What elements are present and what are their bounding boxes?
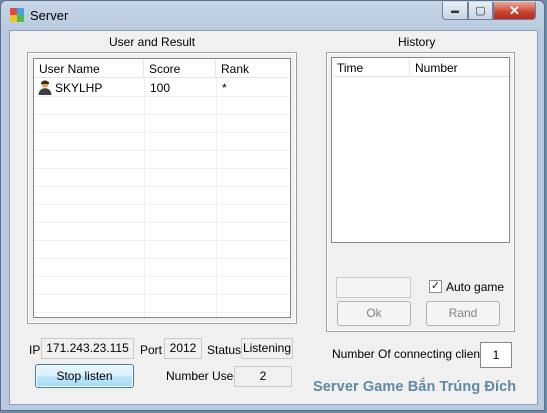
column-header-user-name[interactable]: User Name [34,59,144,78]
rand-button[interactable]: Rand [426,301,500,326]
grid-line [34,132,290,133]
grid-line [34,150,290,151]
users-panel: User Name Score Rank SKYLHP 100 * [27,52,297,324]
ip-field: 171.243.23.115 [41,338,134,359]
grid-line [34,312,290,313]
title-bar[interactable]: Server ▬ ▢ ✕ [1,1,546,29]
grid-line [34,114,290,115]
grid-line [34,204,290,205]
grid-line [34,96,290,97]
grid-line [34,294,290,295]
stop-listen-button[interactable]: Stop listen [35,364,134,388]
maximize-icon: ▢ [475,5,486,17]
grid-line [34,186,290,187]
column-header-number[interactable]: Number [410,58,509,77]
rank-cell: * [222,81,227,95]
users-list[interactable]: User Name Score Rank SKYLHP 100 * [33,58,291,318]
connecting-clients-label: Number Of connecting clients [332,347,490,361]
client-area: User and Result User Name Score Rank SKY… [9,30,538,405]
table-row[interactable]: SKYLHP 100 * [34,78,290,96]
minimize-icon: ▬ [451,6,459,15]
number-input[interactable] [336,277,411,298]
port-label: Port [140,343,163,357]
auto-game-checkbox[interactable]: ✓ [429,280,442,293]
number-users-label: Number Users [166,369,244,383]
grid-line [34,258,290,259]
column-header-score[interactable]: Score [144,59,216,78]
user-avatar-icon [38,80,52,95]
footer-title: Server Game Bắn Trúng Đích [313,379,517,395]
connecting-clients-count: 1 [480,342,512,368]
close-button[interactable]: ✕ [493,2,536,20]
history-panel-title: History [398,35,436,49]
score-cell: 100 [150,81,171,95]
auto-game-label: Auto game [446,280,505,294]
port-field: 2012 [164,338,202,359]
server-window: Server ▬ ▢ ✕ User and Result User Name S… [0,0,545,411]
grid-line [34,276,290,277]
status-field: Listening [241,338,293,359]
number-users-field: 2 [234,366,292,387]
users-panel-title: User and Result [109,35,196,49]
window-title: Server [30,8,69,23]
app-icon [10,8,24,22]
column-header-rank[interactable]: Rank [216,59,290,78]
grid-line [34,168,290,169]
status-label: Status [207,343,242,357]
history-list[interactable]: Time Number [331,57,510,243]
minimize-button[interactable]: ▬ [442,2,468,20]
grid-line [34,240,290,241]
maximize-button[interactable]: ▢ [468,2,493,20]
history-panel: Time Number ✓ Auto game Ok Rand [326,52,515,332]
grid-line [34,222,290,223]
ip-label: IP [29,343,41,357]
checkmark-icon: ✓ [430,280,441,292]
column-header-time[interactable]: Time [332,58,410,77]
ok-button[interactable]: Ok [337,301,411,326]
user-name-cell: SKYLHP [55,81,103,95]
close-icon: ✕ [509,2,520,18]
